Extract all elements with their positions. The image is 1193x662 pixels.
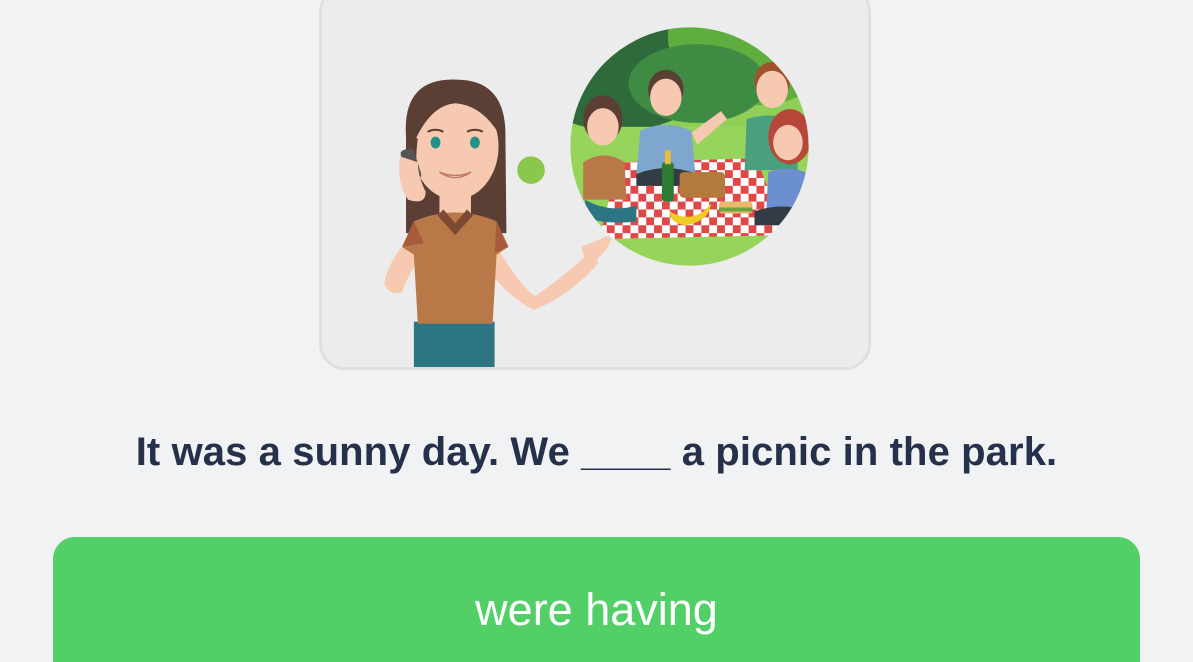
picnic-bubble: [569, 26, 810, 267]
answer-option-button[interactable]: were having: [53, 537, 1140, 662]
picnic-illustration: [384, 25, 811, 367]
illustration-card: [319, 0, 871, 370]
answer-option-label: were having: [475, 584, 718, 635]
thought-dot: [517, 156, 545, 184]
exercise-screen: It was a sunny day. We ____ a picnic in …: [0, 0, 1193, 662]
question-prompt: It was a sunny day. We ____ a picnic in …: [135, 430, 1058, 474]
